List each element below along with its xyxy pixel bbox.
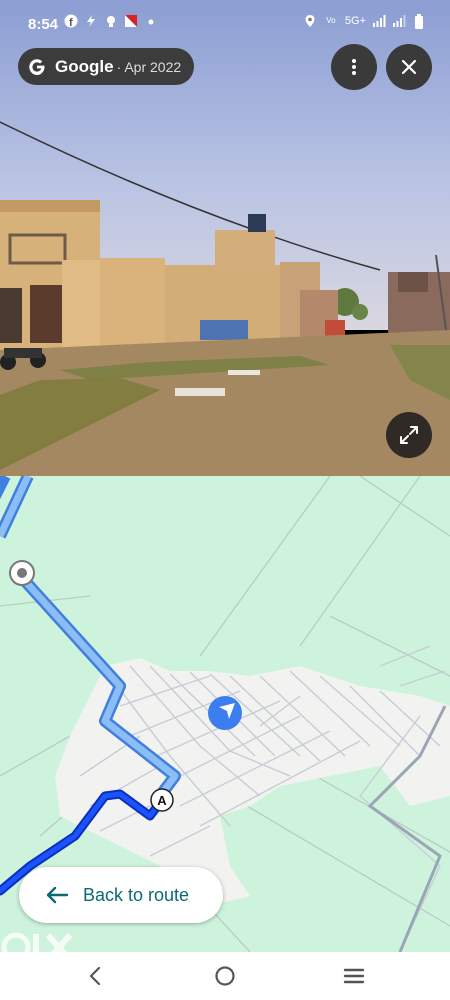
location-icon [303,14,317,28]
network-type: 5G+ [344,15,366,27]
system-navigation-bar [0,952,450,1000]
close-icon [401,59,417,75]
source-brand: Google [55,56,114,76]
more-options-button[interactable] [331,44,377,90]
flash-icon [84,14,98,28]
close-street-view-button[interactable] [386,44,432,90]
back-icon [89,966,101,986]
svg-text:f: f [69,17,73,28]
nav-back-button[interactable] [75,960,115,992]
arrow-back-icon [46,886,69,904]
capture-date: · Apr 2022 [116,58,182,75]
signal-icon [372,14,386,28]
volte-icon: Vo [326,16,336,25]
street-view-panel[interactable]: 8:54 f Vo 5G+ Google · Apr 2022 [0,0,450,476]
bulb-icon [104,14,118,28]
origin-marker[interactable] [9,560,35,586]
recents-icon [343,968,365,984]
waypoint-marker-label: A [157,793,167,808]
status-bar: 8:54 f Vo 5G+ [0,0,450,48]
current-location-icon[interactable] [208,696,242,730]
more-vert-icon [352,59,356,75]
flag-icon [124,14,138,28]
nav-home-button[interactable] [205,960,245,992]
dot-icon [144,14,158,28]
google-logo-icon [29,58,45,75]
home-icon [215,966,235,986]
system-icons: Vo 5G+ [303,14,426,29]
signal-icon [392,14,406,28]
expand-street-view-button[interactable] [386,412,432,458]
waypoint-marker-a[interactable]: A [150,788,174,812]
imagery-source-chip[interactable]: Google · Apr 2022 [18,48,194,85]
back-to-route-label: Back to route [83,885,190,905]
notification-icons: f [64,14,158,29]
facebook-icon: f [64,14,78,29]
expand-icon [400,426,418,444]
back-to-route-button[interactable]: Back to route [19,867,223,923]
olx-watermark-logo [1,932,73,952]
nav-recents-button[interactable] [334,960,374,992]
status-time: 8:54 [28,16,59,33]
battery-icon [412,14,426,29]
